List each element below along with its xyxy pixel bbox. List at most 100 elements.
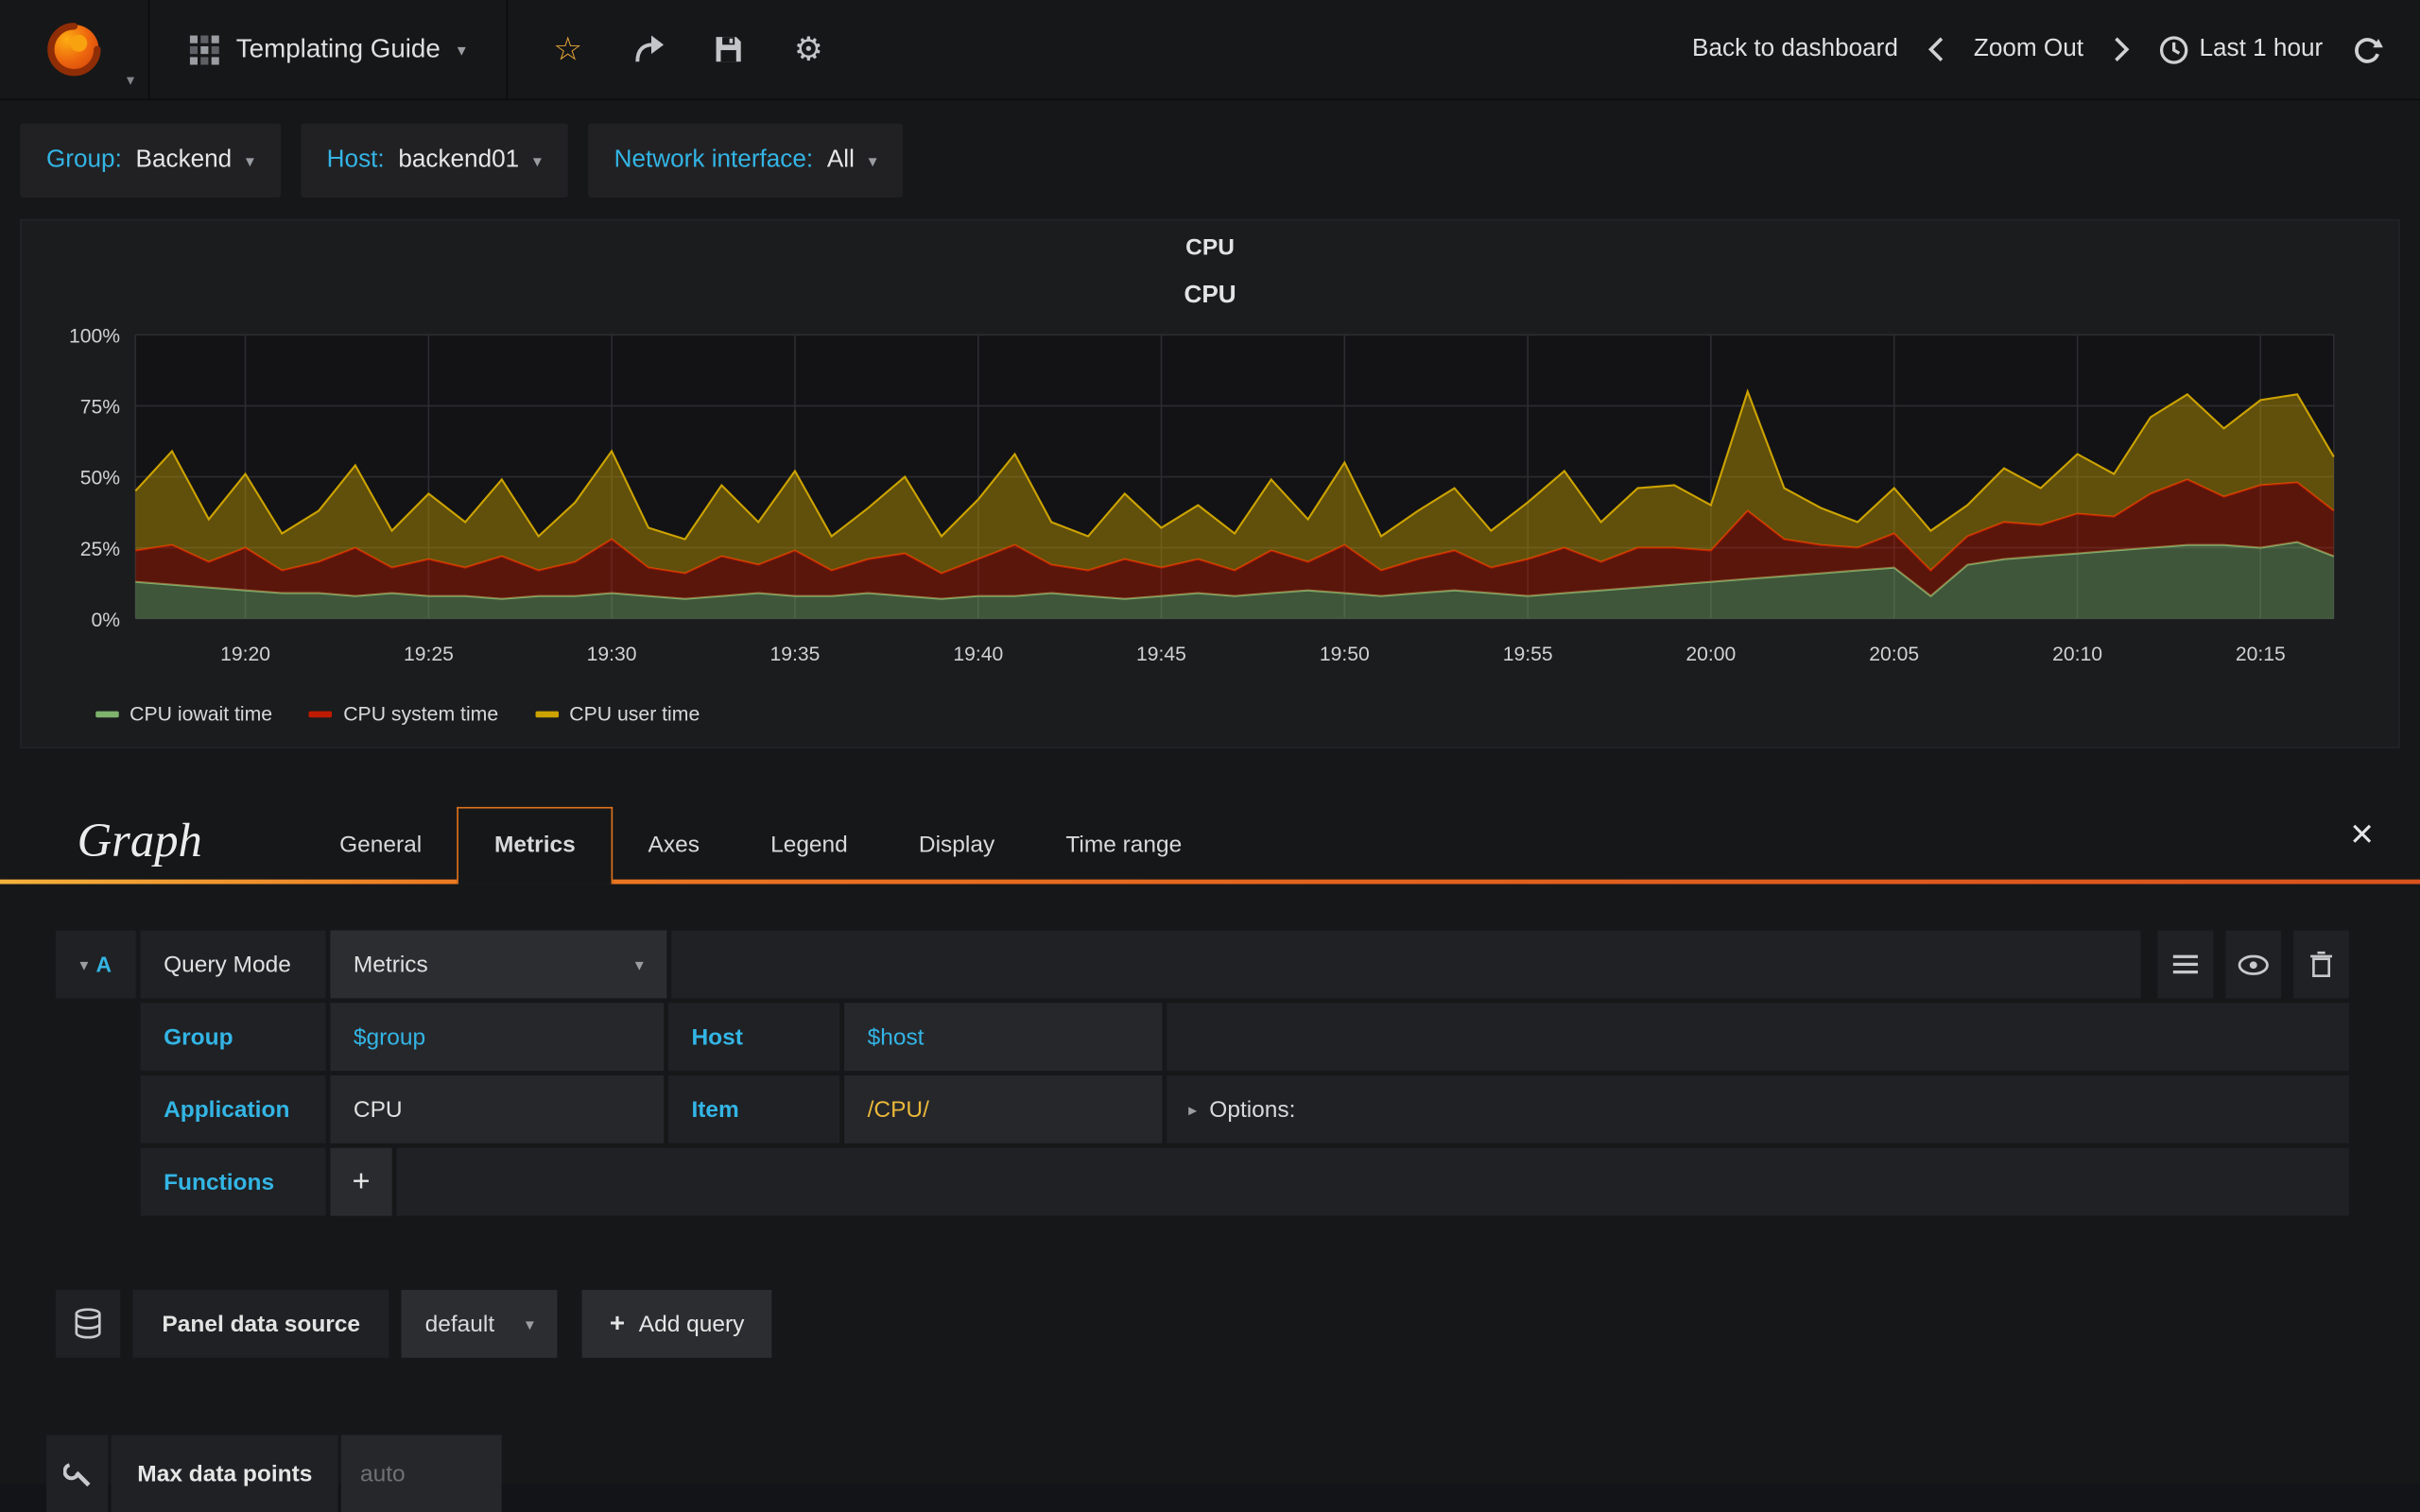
legend-swatch-system — [309, 710, 333, 717]
legend-swatch-user — [535, 710, 559, 717]
time-range-picker[interactable]: Last 1 hour — [2159, 35, 2323, 64]
back-to-dashboard-button[interactable]: Back to dashboard — [1692, 36, 1898, 63]
query-row-group-host: Group $group Host $host — [140, 1003, 2349, 1072]
chevron-right-icon — [2115, 37, 2130, 61]
dashboard-title-dropdown[interactable]: Templating Guide ▾ — [149, 0, 508, 99]
options-label: Options: — [1209, 1096, 1296, 1123]
variable-group-dropdown[interactable]: Group: Backend ▾ — [20, 123, 281, 198]
svg-text:75%: 75% — [80, 397, 120, 419]
editor-tab-strip: Graph General Metrics Axes Legend Displa… — [0, 792, 2420, 885]
caret-right-icon: ▸ — [1188, 1100, 1198, 1120]
query-actions — [2157, 930, 2349, 999]
time-range-label: Last 1 hour — [2199, 35, 2324, 62]
tab-general[interactable]: General — [304, 809, 458, 885]
tab-axes[interactable]: Axes — [613, 809, 735, 885]
star-button[interactable]: ☆ — [551, 32, 585, 66]
query-toggle-visibility-button[interactable] — [2225, 930, 2282, 999]
datasource-icon-box — [55, 1289, 121, 1358]
datasource-label: Panel data source — [132, 1289, 390, 1358]
panel-title[interactable]: CPU — [22, 220, 2398, 264]
query-row-mode: ▾ A Query Mode Metrics ▾ — [55, 930, 2349, 999]
chart-title: CPU — [1184, 282, 1236, 309]
query-editor: ▾ A Query Mode Metrics ▾ Group $group Ho… — [0, 885, 2420, 1216]
dashboard-title: Templating Guide — [235, 33, 441, 63]
legend-item[interactable]: CPU system time — [309, 702, 498, 725]
host-input[interactable]: $host — [844, 1003, 1163, 1072]
legend-item[interactable]: CPU iowait time — [95, 702, 272, 725]
chart-area[interactable]: 0% 25% 50% 75% 100% 19:20 19:25 19:30 19:35 19:40… — [22, 310, 2398, 698]
query-mode-label: Query Mode — [140, 930, 326, 999]
max-data-points-row: Max data points — [45, 1435, 2420, 1512]
grafana-logo-icon — [47, 23, 101, 77]
variable-value: Backend — [135, 146, 233, 173]
tab-time-range[interactable]: Time range — [1030, 809, 1218, 885]
query-delete-button[interactable] — [2293, 930, 2349, 999]
timepicker-controls: Back to dashboard Zoom Out Last 1 hour — [1692, 0, 2420, 98]
options-toggle[interactable]: ▸ Options: — [1167, 1074, 2349, 1143]
query-menu-button[interactable] — [2157, 930, 2214, 999]
variable-netif-dropdown[interactable]: Network interface: All ▾ — [587, 123, 904, 198]
svg-text:19:40: 19:40 — [953, 644, 1003, 665]
time-shift-right-button[interactable] — [2113, 36, 2130, 63]
clock-icon — [2159, 35, 2188, 63]
legend-label: CPU user time — [569, 701, 700, 726]
share-icon — [635, 35, 664, 62]
svg-text:19:20: 19:20 — [220, 644, 270, 665]
close-icon[interactable]: × — [2350, 813, 2374, 852]
editor-title: Graph — [77, 813, 202, 868]
tab-metrics[interactable]: Metrics — [457, 806, 613, 885]
add-function-button[interactable]: + — [330, 1147, 392, 1216]
svg-text:20:15: 20:15 — [2236, 644, 2286, 665]
share-button[interactable] — [631, 32, 666, 66]
tab-legend[interactable]: Legend — [735, 809, 884, 885]
svg-text:20:10: 20:10 — [2052, 644, 2102, 665]
settings-button[interactable]: ⚙ — [791, 32, 825, 66]
query-row-functions: Functions + — [140, 1147, 2349, 1216]
menu-icon — [2172, 954, 2198, 974]
plus-icon: + — [609, 1308, 626, 1338]
save-button[interactable] — [711, 32, 745, 66]
grafana-logo-menu[interactable]: ▾ — [0, 0, 150, 99]
tools-icon-box — [45, 1435, 109, 1512]
svg-text:50%: 50% — [80, 468, 120, 490]
svg-text:19:30: 19:30 — [587, 644, 637, 665]
datasource-dropdown[interactable]: default ▾ — [402, 1289, 558, 1358]
svg-text:20:00: 20:00 — [1685, 644, 1736, 665]
query-row-filler — [1167, 1003, 2349, 1072]
chart-legend: CPU iowait time CPU system time CPU user… — [22, 699, 2398, 741]
zoom-out-button[interactable]: Zoom Out — [1974, 36, 2083, 63]
variable-host-dropdown[interactable]: Host: backend01 ▾ — [300, 123, 568, 198]
graph-panel: CPU CPU 0% 25% 50% 75% 100% 19:20 19:25 19:30 19… — [20, 218, 2400, 748]
item-input[interactable]: /CPU/ — [844, 1074, 1163, 1143]
svg-text:25%: 25% — [80, 539, 120, 560]
max-data-points-input[interactable] — [341, 1435, 503, 1512]
svg-text:100%: 100% — [69, 325, 120, 347]
query-ref-letter: A — [95, 952, 112, 977]
variable-label: Host: — [326, 146, 385, 173]
wrench-icon — [62, 1462, 90, 1486]
query-row-filler — [671, 930, 2141, 999]
template-variables-row: Group: Backend ▾ Host: backend01 ▾ Netwo… — [0, 100, 2420, 219]
application-input[interactable]: CPU — [330, 1074, 665, 1143]
time-shift-left-button[interactable] — [1927, 36, 1945, 63]
host-label: Host — [667, 1003, 840, 1072]
group-input[interactable]: $group — [330, 1003, 665, 1072]
svg-text:19:55: 19:55 — [1503, 644, 1553, 665]
query-mode-dropdown[interactable]: Metrics ▾ — [330, 930, 667, 999]
tab-display[interactable]: Display — [883, 809, 1029, 885]
database-icon — [75, 1308, 101, 1339]
caret-down-icon: ▾ — [868, 151, 877, 171]
caret-down-icon: ▾ — [525, 1314, 534, 1334]
svg-text:0%: 0% — [91, 610, 120, 631]
caret-down-icon: ▾ — [457, 41, 466, 60]
application-label: Application — [140, 1074, 326, 1143]
svg-text:19:50: 19:50 — [1320, 644, 1370, 665]
add-query-button[interactable]: + Add query — [581, 1289, 772, 1358]
cpu-stacked-area-chart[interactable]: 0% 25% 50% 75% 100% 19:20 19:25 19:30 19:35 19:40… — [40, 317, 2379, 699]
caret-down-icon: ▾ — [79, 955, 89, 975]
refresh-button[interactable] — [2352, 35, 2383, 64]
max-data-points-label: Max data points — [111, 1435, 339, 1512]
variable-label: Network interface: — [614, 146, 814, 173]
query-collapse-toggle[interactable]: ▾ A — [55, 930, 136, 999]
legend-item[interactable]: CPU user time — [535, 702, 700, 725]
